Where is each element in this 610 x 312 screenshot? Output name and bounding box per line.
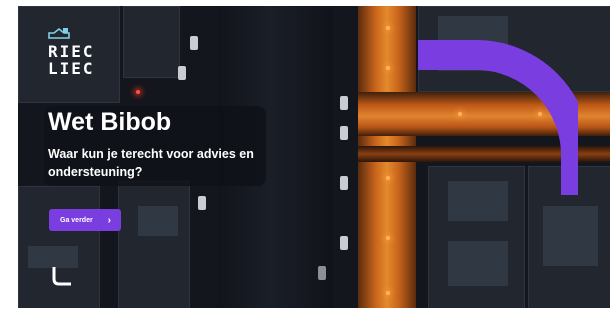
street-light xyxy=(386,26,390,30)
street-light xyxy=(386,291,390,295)
continue-button[interactable]: Ga verder › xyxy=(49,209,121,231)
hero-banner: RIEC LIEC Wet Bibob Waar kun je terecht … xyxy=(18,6,610,308)
rooftop xyxy=(138,206,178,236)
riec-liec-emblem-icon xyxy=(48,27,70,39)
street-light xyxy=(386,66,390,70)
building-block xyxy=(118,181,190,308)
parked-car xyxy=(340,96,348,110)
parked-car xyxy=(198,196,206,210)
parked-car xyxy=(178,66,186,80)
rooftop xyxy=(543,206,598,266)
continue-button-label: Ga verder xyxy=(60,216,93,224)
parked-car xyxy=(340,126,348,140)
parked-car xyxy=(190,36,198,50)
l-shape-corner-icon xyxy=(52,267,71,286)
logo-text-line2: LIEC xyxy=(48,59,95,78)
page-title: Wet Bibob xyxy=(48,108,172,136)
building-block xyxy=(123,6,180,78)
street-light xyxy=(386,176,390,180)
rooftop xyxy=(448,241,508,286)
parked-car xyxy=(340,176,348,190)
street-light xyxy=(136,90,140,94)
parked-car xyxy=(318,266,326,280)
street-light xyxy=(386,236,390,240)
page-subtitle: Waar kun je terecht voor advies en onder… xyxy=(48,147,254,179)
purple-arc-accent xyxy=(418,40,578,195)
parked-car xyxy=(340,236,348,250)
logo-text-line1: RIEC xyxy=(48,42,95,61)
riec-liec-logo: RIEC LIEC xyxy=(48,24,95,77)
chevron-right-icon: › xyxy=(107,214,111,226)
